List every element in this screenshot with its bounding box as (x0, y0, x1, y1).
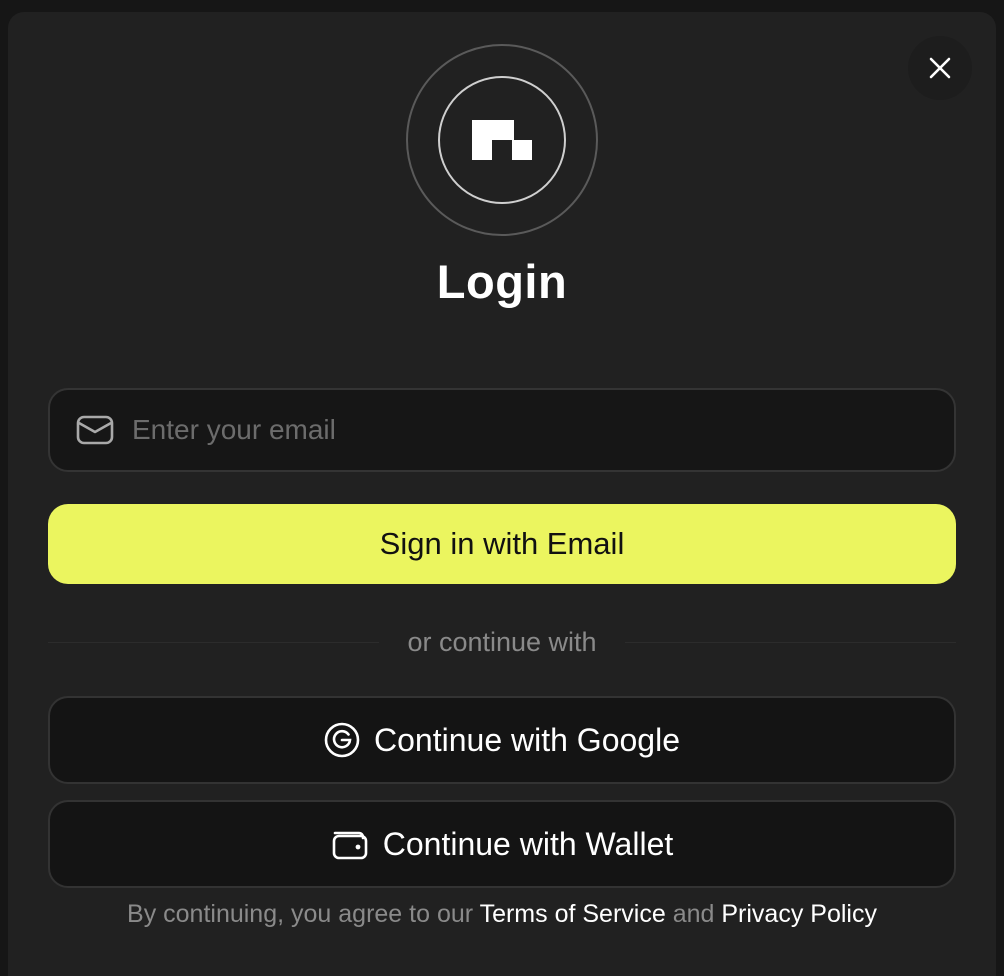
sign-in-email-button[interactable]: Sign in with Email (48, 504, 956, 584)
divider-line-right (624, 641, 957, 643)
email-field[interactable] (48, 388, 956, 472)
privacy-policy-link[interactable]: Privacy Policy (721, 900, 877, 928)
divider-text: or continue with (407, 626, 597, 657)
logo-outer-ring (406, 44, 598, 236)
sign-in-email-label: Sign in with Email (379, 526, 625, 561)
email-input[interactable] (130, 413, 954, 447)
continue-wallet-label: Continue with Wallet (382, 825, 674, 862)
logo-inner-ring (438, 76, 566, 204)
google-icon (324, 722, 360, 758)
close-icon (929, 57, 951, 79)
close-button[interactable] (908, 36, 972, 100)
terms-of-service-link[interactable]: Terms of Service (480, 900, 666, 928)
mail-icon (76, 414, 114, 446)
login-modal: Login Sign in with Email or continue wit… (8, 12, 996, 976)
brand-logo-icon (472, 120, 532, 160)
continue-google-button[interactable]: Continue with Google (48, 696, 956, 784)
footer-prefix: By continuing, you agree to our (127, 900, 474, 928)
divider-line-left (48, 641, 380, 643)
continue-google-label: Continue with Google (374, 721, 680, 758)
terms-footer: By continuing, you agree to our Terms of… (8, 900, 996, 929)
page-title: Login (436, 255, 568, 308)
divider: or continue with (48, 622, 957, 662)
continue-wallet-button[interactable]: Continue with Wallet (48, 800, 956, 888)
wallet-icon (331, 827, 369, 861)
footer-conjunction: and (672, 900, 715, 928)
